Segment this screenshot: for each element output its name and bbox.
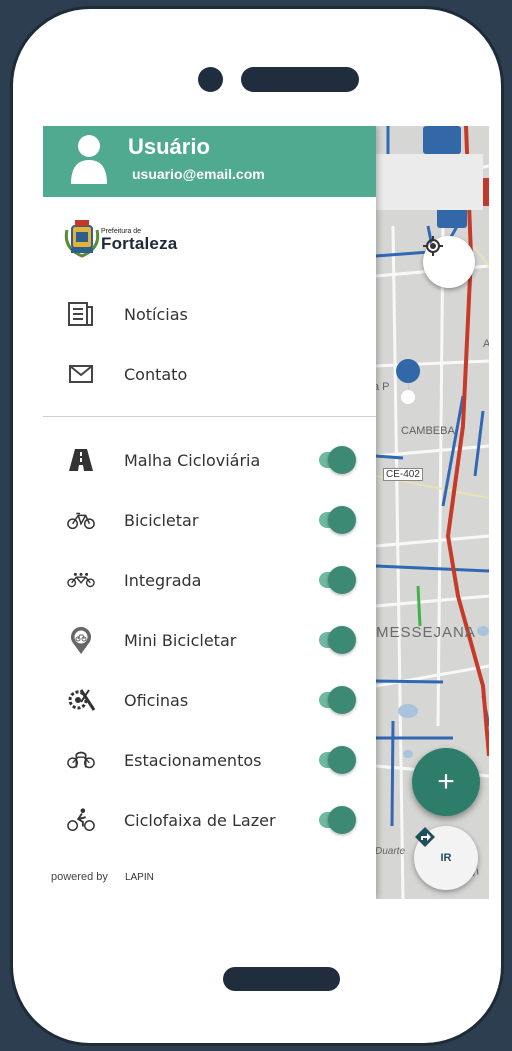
mail-icon	[67, 360, 95, 388]
menu-label-contato: Contato	[124, 364, 188, 384]
layer-label-oficinas: Oficinas	[124, 690, 189, 710]
logo-fortaleza-text: Fortaleza	[101, 234, 178, 253]
layer-label-mini-bicicletar: Mini Bicicletar	[124, 630, 237, 650]
bicycle-icon	[67, 506, 95, 534]
layer-label-estacionamentos: Estacionamentos	[124, 750, 262, 770]
crosshair-icon	[423, 236, 443, 256]
layer-item-estacionamentos[interactable]: Estacionamentos	[43, 735, 376, 785]
map-label-ce402: CE-402	[383, 468, 423, 481]
toggle-ciclofaixa-de-lazer[interactable]	[319, 806, 356, 834]
bike-parking-icon	[67, 746, 95, 774]
coat-of-arms-icon	[64, 220, 100, 258]
app-screen: A a P CAMBEBA CE-402 MESSEJANA Duarte An…	[43, 126, 489, 899]
tools-gear-icon	[67, 686, 95, 714]
layer-item-ciclofaixa-de-lazer[interactable]: Ciclofaixa de Lazer	[43, 795, 376, 845]
toggle-estacionamentos[interactable]	[319, 746, 356, 774]
news-icon	[67, 300, 95, 328]
layer-label-integrada: Integrada	[124, 570, 202, 590]
layer-label-malha-cicloviaria: Malha Cicloviária	[124, 450, 261, 470]
toggle-mini-bicicletar[interactable]	[319, 626, 356, 654]
layer-item-oficinas[interactable]: Oficinas	[43, 675, 376, 725]
ir-button[interactable]: IR	[414, 826, 478, 890]
map-label-a: A	[483, 338, 489, 350]
menu-item-contato[interactable]: Contato	[43, 349, 376, 399]
drawer-header: Usuário usuario@email.com	[43, 126, 376, 197]
menu-item-noticias[interactable]: Notícias	[43, 289, 376, 339]
layer-item-malha-cicloviaria[interactable]: Malha Cicloviária	[43, 435, 376, 485]
ir-label: IR	[440, 852, 452, 864]
toggle-bicicletar[interactable]	[319, 506, 356, 534]
directions-icon	[415, 827, 435, 847]
map-label-duarte: Duarte	[375, 846, 406, 857]
tandem-bicycle-icon	[67, 566, 95, 594]
layer-item-bicicletar[interactable]: Bicicletar	[43, 495, 376, 545]
navigation-drawer: Usuário usuario@email.com Prefeitura de …	[43, 126, 376, 899]
toggle-integrada[interactable]	[319, 566, 356, 594]
layer-item-integrada[interactable]: Integrada	[43, 555, 376, 605]
powered-by-footer: powered by LAPIN	[51, 871, 154, 883]
add-fab-button[interactable]: +	[412, 748, 480, 816]
speaker-bar	[241, 67, 359, 92]
layer-item-mini-bicicletar[interactable]: Mini Bicicletar	[43, 615, 376, 665]
home-button[interactable]	[223, 967, 340, 991]
menu-divider	[43, 416, 376, 417]
road-icon	[67, 446, 95, 474]
user-email: usuario@email.com	[132, 166, 265, 182]
cyclist-icon	[67, 806, 95, 834]
locate-button[interactable]	[423, 236, 475, 288]
powered-by-text: powered by	[51, 871, 108, 883]
avatar-icon	[71, 135, 107, 184]
toggle-oficinas[interactable]	[319, 686, 356, 714]
layer-label-ciclofaixa-de-lazer: Ciclofaixa de Lazer	[124, 810, 276, 830]
layer-label-bicicletar: Bicicletar	[124, 510, 199, 530]
map-label-cambeba: CAMBEBA	[401, 425, 455, 437]
camera-dot	[198, 67, 223, 92]
plus-icon: +	[437, 765, 455, 798]
toggle-malha-cicloviaria[interactable]	[319, 446, 356, 474]
lapin-logo: LAPIN	[124, 872, 154, 883]
menu-label-noticias: Notícias	[124, 304, 188, 324]
user-name: Usuário	[128, 134, 210, 159]
map-label-messejana: MESSEJANA	[376, 624, 476, 641]
map-pin-bike-icon	[67, 626, 95, 654]
